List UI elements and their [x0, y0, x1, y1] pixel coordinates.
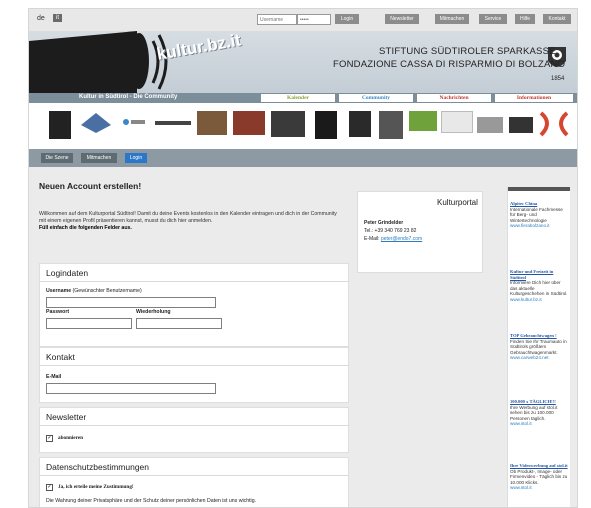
intro-text: Willkommen auf dem Kulturportal Südtirol… — [39, 211, 345, 232]
intro-body: Willkommen auf dem Kulturportal Südtirol… — [39, 211, 337, 224]
top-bar: de it Login Newsletter Mitmachen Service… — [29, 9, 577, 31]
content-area: Neuen Account erstellen! Willkommen auf … — [29, 167, 577, 507]
ad-item[interactable]: Kultur und Freizeit in Südtirol Informier… — [510, 269, 568, 303]
ad-item[interactable]: TOP Gebrauchtwagen ! Finden Sie Ihr Traum… — [510, 333, 568, 361]
section-divider — [40, 365, 348, 366]
newsletter-checkbox[interactable]: ✓ — [46, 435, 53, 442]
tab-informationen[interactable]: Informationen — [495, 94, 573, 102]
email-label: E-Mail — [46, 374, 62, 380]
contact-phone: Tel.: +39 340 769 23 82 — [364, 228, 417, 234]
ad-item[interactable]: Alpitec China Internationale Fachmesse fü… — [510, 201, 568, 229]
tab-community[interactable]: Community — [339, 94, 413, 102]
page-title: Neuen Account erstellen! — [39, 181, 142, 191]
username-input[interactable] — [257, 14, 297, 25]
privacy-text: Die Wahrung deiner Privatsphäre und der … — [46, 498, 257, 504]
partner-logo[interactable] — [537, 109, 569, 139]
subnav-die-szene[interactable]: Die Szene — [41, 153, 73, 163]
repeat-label: Wiederholung — [136, 309, 171, 315]
privacy-checkbox-label: Ja, ich erteile meine Zustimmung! — [58, 484, 134, 490]
partner-logo[interactable] — [271, 111, 305, 137]
bank-name-it: FONDAZIONE CASSA DI RISPARMIO DI BOLZANO — [333, 59, 566, 70]
partner-logo[interactable] — [233, 111, 265, 135]
section-divider — [40, 475, 348, 476]
language-it[interactable]: it — [53, 14, 62, 22]
section-title: Logindaten — [46, 268, 89, 278]
main-nav: Kultur in Südtirol - Die Community Kalen… — [29, 93, 577, 103]
community-label: Kultur in Südtirol - Die Community — [79, 94, 178, 100]
box-title: Kulturportal — [437, 198, 478, 207]
partner-logo[interactable] — [379, 111, 403, 139]
section-divider — [40, 281, 348, 282]
contact-name: Peter Grindelder — [364, 220, 404, 226]
subnav-login[interactable]: Login — [125, 153, 147, 163]
subnav-mitmachen[interactable]: Mitmachen — [81, 153, 117, 163]
password-field[interactable] — [46, 318, 132, 329]
password-label: Passwort — [46, 309, 70, 315]
partner-logo[interactable] — [49, 111, 71, 139]
intro-instruction: Füll einfach die folgenden Felder aus. — [39, 225, 132, 231]
login-data-section: Logindaten Username (Gewünschter Benutze… — [39, 263, 349, 347]
tab-nachrichten[interactable]: Nachrichten — [417, 94, 491, 102]
browser-page: de it Login Newsletter Mitmachen Service… — [28, 8, 578, 508]
section-title: Datenschutzbestimmungen — [46, 462, 150, 472]
privacy-section: Datenschutzbestimmungen ✓ Ja, ich erteil… — [39, 457, 349, 507]
language-de[interactable]: de — [37, 15, 45, 22]
section-title: Newsletter — [46, 412, 87, 422]
ad-column: Alpitec China Internationale Fachmesse fü… — [507, 187, 570, 507]
contact-email-row: E-Mail: peter@endo7.com — [364, 236, 423, 242]
menu-hilfe[interactable]: Hilfe — [515, 14, 535, 24]
password-repeat-field[interactable] — [136, 318, 222, 329]
username-label: Username (Gewünschter Benutzername) — [46, 288, 142, 294]
username-field[interactable] — [46, 297, 216, 308]
section-divider — [40, 425, 348, 426]
partner-logo[interactable] — [121, 117, 147, 127]
contact-section: Kontakt E-Mail — [39, 347, 349, 403]
partner-logo[interactable] — [81, 113, 111, 133]
partner-logo[interactable] — [409, 111, 437, 131]
password-input[interactable] — [297, 14, 331, 25]
contact-email-link[interactable]: peter@endo7.com — [381, 236, 422, 242]
partner-logo[interactable] — [315, 111, 337, 139]
ad-item[interactable]: Ihre Videowerbung auf stol.it Ob Produkt-… — [510, 463, 568, 491]
megaphone-icon — [29, 31, 168, 93]
tab-kalender[interactable]: Kalender — [261, 94, 335, 102]
ad-item[interactable]: 100.000 x TÄGLICH!!! Ihre Werbung auf sto… — [510, 399, 568, 427]
privacy-checkbox[interactable]: ✓ — [46, 484, 53, 491]
bank-year: 1854 — [551, 76, 565, 82]
menu-mitmachen[interactable]: Mitmachen — [435, 14, 469, 24]
menu-service[interactable]: Service — [479, 14, 507, 24]
email-field[interactable] — [46, 383, 216, 394]
section-title: Kontakt — [46, 352, 75, 362]
ad-header-bar — [508, 187, 570, 191]
partner-logo[interactable] — [197, 111, 227, 135]
menu-newsletter[interactable]: Newsletter — [385, 14, 419, 24]
sub-nav: Die Szene Mitmachen Login — [29, 149, 577, 167]
newsletter-section: Newsletter ✓ abonnieren — [39, 407, 349, 453]
menu-kontakt[interactable]: Kontakt — [543, 14, 571, 24]
partner-logo[interactable] — [155, 119, 191, 127]
kulturportal-contact-box: Kulturportal Peter Grindelder Tel.: +39 … — [357, 191, 483, 273]
site-header: kultur.bz.it STIFTUNG SÜDTIROLER SPARKAS… — [29, 30, 577, 93]
bank-name-de: STIFTUNG SÜDTIROLER SPARKASSE — [379, 46, 556, 57]
partner-logo-strip — [29, 103, 577, 150]
login-button[interactable]: Login — [335, 14, 359, 24]
newsletter-checkbox-label: abonnieren — [58, 435, 83, 441]
partner-logo[interactable] — [441, 111, 473, 133]
partner-logo[interactable] — [349, 111, 371, 137]
partner-logo[interactable] — [509, 117, 533, 133]
partner-logo[interactable] — [477, 117, 503, 133]
